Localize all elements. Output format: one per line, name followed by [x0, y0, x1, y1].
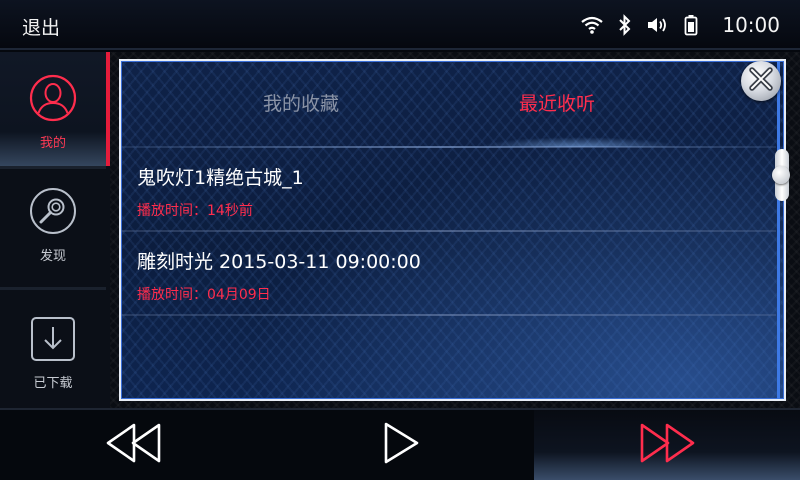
scroll-thumb[interactable] [772, 166, 790, 184]
divider [121, 314, 776, 316]
volume-icon [646, 15, 670, 35]
download-icon [30, 316, 76, 366]
item-title: 鬼吹灯1精绝古城_1 [137, 167, 304, 189]
recent-dialog: 我的收藏 最近收听 鬼吹灯1精绝古城_1 播放时间：14秒前 雕刻时光 2015… [119, 59, 790, 401]
tab-bar: 我的收藏 最近收听 [121, 61, 784, 148]
sidebar-item-discover[interactable]: 发现 [0, 169, 106, 287]
status-icons: 10:00 [580, 0, 780, 50]
bluetooth-icon [618, 14, 632, 36]
sidebar: 我的 发现 已下载 [0, 52, 110, 408]
sidebar-item-downloaded[interactable]: 已下载 [0, 290, 106, 408]
close-icon [747, 65, 775, 97]
fast-forward-button[interactable] [534, 410, 800, 480]
tab-recent[interactable]: 最近收听 [519, 89, 595, 116]
clock: 10:00 [722, 13, 780, 37]
sidebar-item-label: 我的 [39, 136, 66, 151]
discover-search-icon [29, 187, 77, 239]
play-button[interactable] [267, 410, 534, 480]
fast-forward-icon [638, 422, 696, 468]
user-icon [29, 74, 77, 126]
rewind-icon [105, 422, 163, 468]
playback-controls [0, 408, 800, 480]
item-play-time: 播放时间：04月09日 [137, 287, 271, 303]
sidebar-item-mine[interactable]: 我的 [0, 52, 106, 166]
status-bar: 退出 10:00 [0, 0, 800, 50]
rewind-button[interactable] [0, 410, 267, 480]
battery-icon [684, 14, 698, 36]
exit-button[interactable]: 退出 [22, 13, 60, 40]
sidebar-item-label: 发现 [39, 249, 66, 264]
play-icon [381, 421, 421, 469]
tab-favorites[interactable]: 我的收藏 [263, 89, 339, 116]
list-item[interactable]: 鬼吹灯1精绝古城_1 播放时间：14秒前 [121, 148, 776, 232]
close-button[interactable] [741, 61, 781, 101]
sidebar-item-label: 已下载 [33, 376, 73, 391]
scrollbar[interactable] [772, 149, 790, 201]
wifi-icon [580, 15, 604, 35]
item-play-time: 播放时间：14秒前 [137, 203, 253, 219]
list-item[interactable]: 雕刻时光 2015-03-11 09:00:00 播放时间：04月09日 [121, 232, 776, 316]
recent-list: 鬼吹灯1精绝古城_1 播放时间：14秒前 雕刻时光 2015-03-11 09:… [121, 148, 776, 316]
item-title: 雕刻时光 2015-03-11 09:00:00 [137, 251, 421, 273]
